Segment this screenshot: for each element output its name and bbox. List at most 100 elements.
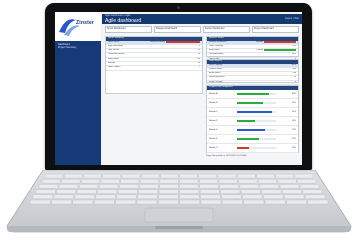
- key[interactable]: [117, 189, 138, 194]
- key[interactable]: [237, 173, 256, 179]
- key[interactable]: [281, 189, 302, 194]
- key[interactable]: [64, 173, 83, 179]
- key[interactable]: [199, 184, 219, 189]
- key[interactable]: [221, 194, 242, 199]
- key[interactable]: [140, 173, 160, 179]
- key[interactable]: [58, 184, 79, 189]
- key[interactable]: [81, 178, 100, 184]
- key[interactable]: [297, 178, 317, 184]
- sidebar-item-project-summary[interactable]: Project Summary: [58, 46, 98, 50]
- key[interactable]: [56, 189, 77, 194]
- key[interactable]: [76, 189, 97, 194]
- key[interactable]: [44, 173, 64, 179]
- key[interactable]: [32, 194, 53, 199]
- tab-defect[interactable]: Defect Dashboard: [203, 26, 250, 33]
- key[interactable]: [158, 199, 179, 205]
- key[interactable]: [220, 189, 241, 194]
- progress-bar: [237, 101, 277, 104]
- key[interactable]: [115, 199, 136, 205]
- key[interactable]: [179, 199, 200, 205]
- key[interactable]: [261, 189, 282, 194]
- key[interactable]: [258, 178, 277, 184]
- trackpad-icon[interactable]: [144, 207, 214, 223]
- key[interactable]: [29, 199, 51, 205]
- key[interactable]: [198, 173, 218, 179]
- sidebar-nav: Dashboard Project Summary: [58, 43, 98, 50]
- key[interactable]: [286, 199, 307, 205]
- key[interactable]: [93, 199, 115, 205]
- progress-fill: [237, 128, 265, 131]
- key[interactable]: [78, 184, 99, 189]
- key[interactable]: [95, 194, 116, 199]
- key[interactable]: [158, 194, 179, 199]
- key[interactable]: [97, 189, 118, 194]
- key[interactable]: [158, 189, 179, 194]
- key[interactable]: [299, 184, 320, 189]
- key[interactable]: [179, 184, 199, 189]
- key[interactable]: [264, 199, 286, 205]
- key[interactable]: [200, 199, 222, 205]
- key[interactable]: [199, 189, 220, 194]
- key[interactable]: [99, 184, 119, 189]
- key[interactable]: [179, 178, 199, 184]
- key[interactable]: [74, 194, 95, 199]
- key[interactable]: [179, 173, 198, 179]
- tab-project[interactable]: Project Dashboard: [252, 26, 299, 33]
- key[interactable]: [159, 178, 179, 184]
- progress-fill: [237, 101, 263, 104]
- key[interactable]: [120, 178, 140, 184]
- key[interactable]: [279, 184, 300, 189]
- key[interactable]: [53, 194, 74, 199]
- header-links[interactable]: Logout | Help: [285, 17, 299, 20]
- key[interactable]: [217, 173, 237, 179]
- key[interactable]: [61, 178, 81, 184]
- key[interactable]: [160, 173, 179, 179]
- key[interactable]: [199, 178, 218, 184]
- key[interactable]: [136, 199, 158, 205]
- key[interactable]: [243, 199, 265, 205]
- progress-row: Module A 80%: [207, 90, 298, 99]
- key[interactable]: [138, 189, 159, 194]
- key[interactable]: [242, 194, 263, 199]
- key[interactable]: [239, 184, 259, 189]
- key[interactable]: [275, 173, 294, 179]
- key[interactable]: [41, 178, 61, 184]
- row-value: 34: [197, 61, 200, 64]
- key[interactable]: [238, 178, 258, 184]
- key[interactable]: [83, 173, 102, 179]
- key[interactable]: [259, 184, 280, 189]
- key[interactable]: [218, 178, 238, 184]
- key[interactable]: [294, 173, 314, 179]
- key[interactable]: [159, 184, 179, 189]
- key[interactable]: [307, 199, 329, 205]
- key[interactable]: [277, 178, 297, 184]
- key[interactable]: [137, 194, 158, 199]
- progress-fill: [237, 92, 269, 95]
- key[interactable]: [222, 199, 243, 205]
- key[interactable]: [102, 173, 121, 179]
- logo-text: Zinster: [76, 20, 95, 26]
- left-pane: Zinster Dashboard Project Summary: [55, 12, 101, 165]
- tab-sprint[interactable]: Sprint Dashboard: [105, 26, 152, 33]
- key[interactable]: [256, 173, 275, 179]
- key[interactable]: [140, 178, 159, 184]
- key[interactable]: [100, 178, 120, 184]
- key[interactable]: [284, 194, 305, 199]
- tab-release[interactable]: Release Dashboard: [154, 26, 201, 33]
- key[interactable]: [139, 184, 159, 189]
- key[interactable]: [179, 189, 200, 194]
- key[interactable]: [240, 189, 261, 194]
- key[interactable]: [51, 199, 72, 205]
- key[interactable]: [121, 173, 141, 179]
- key[interactable]: [35, 189, 56, 194]
- key[interactable]: [119, 184, 139, 189]
- key[interactable]: [219, 184, 239, 189]
- key[interactable]: [72, 199, 94, 205]
- key[interactable]: [179, 194, 200, 199]
- key[interactable]: [305, 194, 326, 199]
- key[interactable]: [302, 189, 323, 194]
- key[interactable]: [38, 184, 59, 189]
- key[interactable]: [116, 194, 137, 199]
- key[interactable]: [200, 194, 221, 199]
- key[interactable]: [263, 194, 284, 199]
